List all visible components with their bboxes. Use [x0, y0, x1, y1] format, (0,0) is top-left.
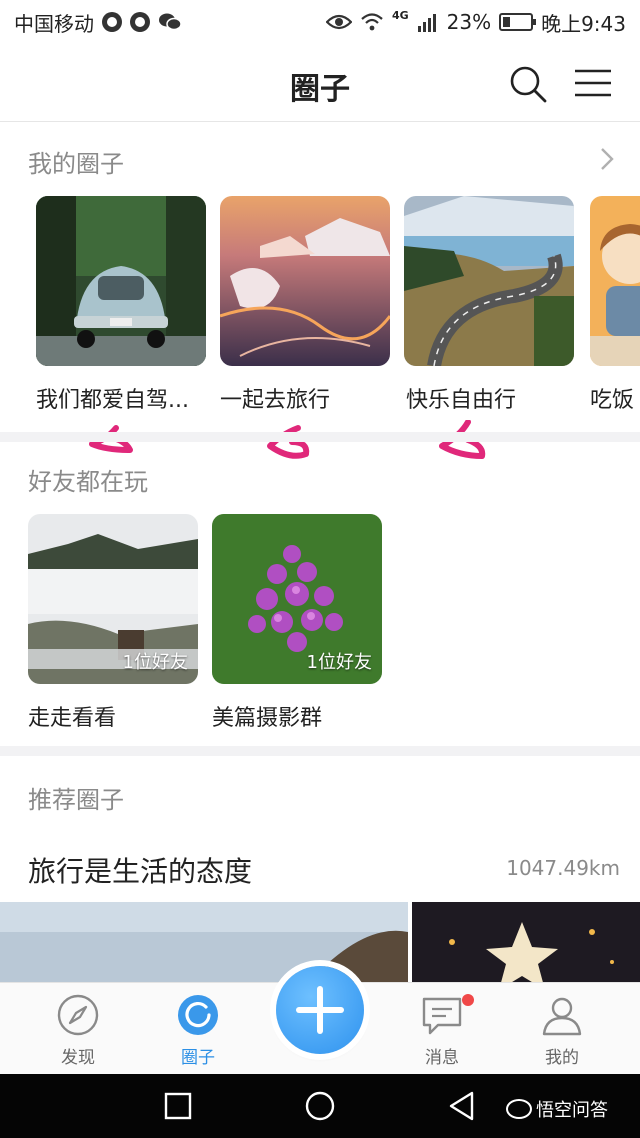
app-notification-icon: [102, 12, 122, 32]
watermark: 悟空问答: [506, 1096, 608, 1122]
friend-circle-label[interactable]: 走走看看: [28, 700, 116, 732]
eye-icon: [325, 14, 352, 30]
tab-profile[interactable]: 我的: [512, 993, 612, 1068]
mountain-road-photo: [404, 196, 574, 366]
circle-card-self-drive[interactable]: [36, 196, 206, 366]
carrier-text: 中国移动: [14, 11, 94, 36]
circle-card-travel[interactable]: [220, 196, 390, 366]
app-screen: 中国移动 4G 23% 晚上9:43 圈子 我的圈子 我们都爱自驾... 一起去…: [0, 0, 640, 1138]
top-header: 圈子: [0, 44, 640, 122]
recommended-circle-title[interactable]: 旅行是生活的态度: [28, 850, 252, 890]
app-notification-icon: [130, 12, 150, 32]
watermark-text: 悟空问答: [536, 1100, 608, 1121]
annotation-mark: [89, 425, 133, 453]
section-divider: [0, 432, 640, 442]
circle-label[interactable]: 我们都爱自驾...: [36, 382, 189, 414]
circle-tab-icon: [178, 995, 218, 1035]
search-icon[interactable]: [508, 64, 548, 104]
ice-lake-photo: [220, 196, 390, 366]
battery-icon: [499, 13, 537, 31]
recent-apps-icon[interactable]: [162, 1090, 194, 1122]
home-icon[interactable]: [304, 1090, 336, 1122]
my-circles-title: 我的圈子: [28, 150, 124, 178]
menu-icon[interactable]: [574, 68, 612, 98]
distance-text: 1047.49km: [506, 856, 620, 880]
annotation-mark: [267, 425, 310, 459]
section-divider: [0, 746, 640, 756]
tab-discover[interactable]: 发现: [28, 993, 128, 1068]
friend-circle-label[interactable]: 美篇摄影群: [212, 700, 322, 732]
chevron-right-icon[interactable]: [598, 146, 616, 172]
wifi-icon: [361, 13, 383, 31]
circle-label[interactable]: 快乐自由行: [406, 382, 516, 414]
tab-circles[interactable]: 圈子: [148, 993, 248, 1068]
car-photo: [36, 196, 206, 366]
network-type: 4G: [391, 8, 409, 22]
clock-time: 晚上9:43: [541, 11, 626, 36]
unread-badge: [462, 994, 474, 1006]
circle-card-free-travel[interactable]: [404, 196, 574, 366]
back-icon[interactable]: [446, 1090, 478, 1122]
cartoon-girl-photo: [590, 196, 640, 366]
tab-messages[interactable]: 消息: [392, 993, 492, 1068]
user-icon: [542, 997, 582, 1036]
status-bar: 中国移动 4G 23% 晚上9:43: [0, 0, 640, 44]
recommended-photo[interactable]: [412, 902, 640, 992]
message-icon: [422, 997, 462, 1035]
battery-percent: 23%: [446, 10, 492, 34]
add-button[interactable]: [276, 966, 364, 1054]
signal-icon: [417, 14, 436, 32]
tab-label: 我的: [545, 1048, 579, 1068]
circle-label[interactable]: 吃饭: [590, 382, 634, 414]
recommended-title: 推荐圈子: [28, 786, 124, 814]
compass-icon: [57, 994, 99, 1036]
tab-label: 发现: [61, 1048, 95, 1068]
circle-label[interactable]: 一起去旅行: [220, 382, 330, 414]
friend-count-badge: 1位好友: [306, 652, 372, 673]
circle-card-eat[interactable]: [590, 196, 640, 366]
star-lights-photo: [412, 902, 640, 992]
friend-circle-card[interactable]: 1位好友: [28, 514, 198, 684]
watermark-logo-icon: [506, 1099, 532, 1119]
annotation-mark: [439, 420, 486, 459]
wechat-icon: [159, 13, 182, 31]
tab-label: 消息: [425, 1048, 459, 1068]
friends-title: 好友都在玩: [28, 468, 148, 496]
friend-circle-card[interactable]: 1位好友: [212, 514, 382, 684]
friend-count-badge: 1位好友: [122, 652, 188, 673]
tab-label: 圈子: [181, 1048, 215, 1068]
